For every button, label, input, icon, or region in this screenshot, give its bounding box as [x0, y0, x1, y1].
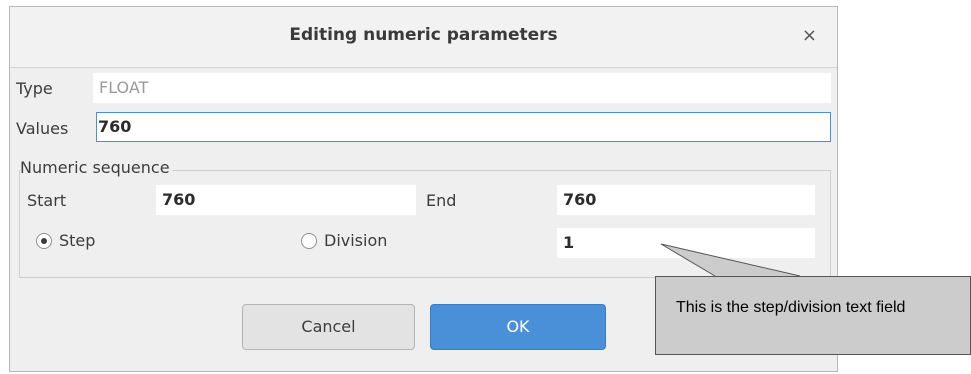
- annotation-callout: This is the step/division text field: [655, 276, 971, 355]
